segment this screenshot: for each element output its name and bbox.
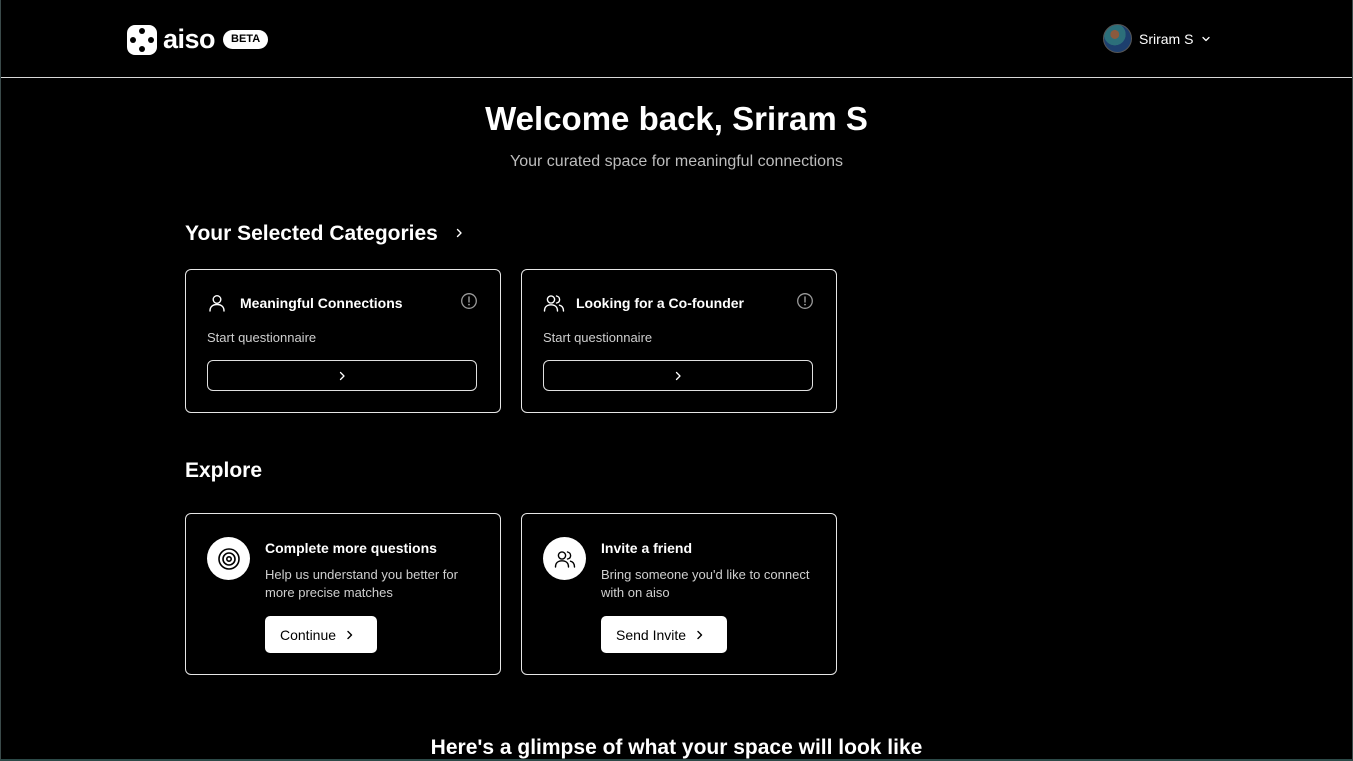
chevron-down-icon — [1202, 36, 1211, 41]
user-name: Sriram S — [1139, 30, 1194, 47]
chevron-right-icon — [697, 630, 703, 639]
continue-button-label: Continue — [280, 626, 337, 643]
user-menu[interactable]: Sriram S — [1103, 24, 1211, 53]
avatar — [1103, 24, 1132, 53]
category-title: Looking for a Co-founder — [576, 295, 744, 311]
target-icon-badge — [207, 537, 250, 580]
users-icon-badge — [543, 537, 586, 580]
explore-card-title: Complete more questions — [265, 540, 437, 556]
explore-card-description: Bring someone you'd like to connect with… — [601, 567, 810, 600]
page-title: Welcome back, Sriram S — [485, 100, 868, 137]
users-icon — [543, 295, 565, 312]
logo-dice-icon — [127, 24, 157, 55]
send-invite-button-label: Send Invite — [616, 626, 687, 643]
categories-chevron-right-icon[interactable] — [453, 226, 465, 240]
start-questionnaire-button[interactable] — [543, 360, 813, 391]
category-title: Meaningful Connections — [240, 295, 403, 311]
explore-card-invite-friend: Invite a friend Bring someone you'd like… — [521, 513, 837, 675]
category-status: Start questionnaire — [207, 330, 317, 345]
explore-card-title: Invite a friend — [601, 540, 693, 556]
explore-heading: Explore — [185, 459, 263, 482]
info-alert-icon[interactable] — [796, 292, 814, 310]
category-card-meaningful-connections: Meaningful Connections Start questionnai… — [185, 269, 501, 413]
category-card-co-founder: Looking for a Co-founder Start questionn… — [521, 269, 837, 413]
brand-logo[interactable]: aiso BETA — [127, 24, 269, 55]
start-questionnaire-button[interactable] — [207, 360, 477, 391]
beta-badge: BETA — [223, 30, 269, 49]
glimpse-heading: Here's a glimpse of what your space will… — [430, 736, 923, 759]
explore-card-description: Help us understand you better for more p… — [265, 567, 458, 600]
chevron-right-icon — [347, 630, 353, 639]
top-header: aiso BETA Sriram S — [0, 0, 1353, 78]
send-invite-button[interactable]: Send Invite — [601, 616, 728, 653]
categories-heading: Your Selected Categories — [185, 222, 438, 245]
chevron-right-icon — [339, 371, 345, 380]
chevron-right-icon — [675, 371, 681, 380]
logo-text: aiso — [163, 24, 216, 54]
explore-card-complete-questions: Complete more questions Help us understa… — [185, 513, 501, 675]
page-subtitle: Your curated space for meaningful connec… — [510, 153, 843, 170]
category-status: Start questionnaire — [543, 330, 653, 345]
info-alert-icon[interactable] — [460, 292, 478, 310]
continue-button[interactable]: Continue — [265, 616, 378, 653]
target-icon — [217, 547, 240, 570]
user-icon — [209, 295, 225, 312]
users-icon — [554, 550, 575, 568]
